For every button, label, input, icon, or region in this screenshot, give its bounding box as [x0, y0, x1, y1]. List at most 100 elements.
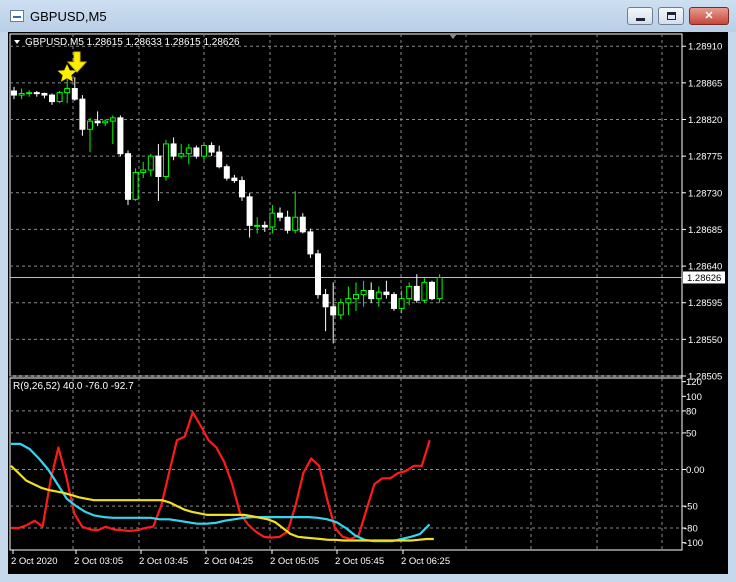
candle-body [330, 306, 337, 316]
candle-body [18, 92, 25, 96]
candle-body [391, 294, 397, 309]
candle-body [322, 294, 329, 308]
candle-body [277, 212, 283, 218]
candle-body [337, 302, 344, 316]
indicator-level-label: -100 [684, 538, 703, 549]
candle-body [109, 117, 116, 122]
candle-body [87, 120, 93, 130]
candle-body [193, 147, 200, 157]
candle-body [231, 177, 238, 182]
indicator-level-label: -80 [684, 524, 698, 535]
time-label: 2 Oct 06:25 [401, 556, 450, 567]
time-label: 2 Oct 03:05 [74, 556, 123, 567]
candle-body [26, 92, 33, 95]
candle-body [132, 171, 139, 200]
chart-canvas[interactable]: 1.28910 1.28865 1.28820 1.28775 1.28730 1.286… [8, 32, 728, 574]
candle-body [307, 231, 314, 255]
time-label: 2 Oct 05:45 [335, 556, 384, 567]
candle-body [185, 147, 192, 155]
candle-body [117, 117, 124, 155]
minimize-button[interactable] [627, 7, 653, 25]
candle-body [64, 88, 71, 94]
indicator-line-2 [11, 442, 431, 543]
price-label: 1.28550 [688, 335, 722, 346]
candle-body [223, 166, 230, 179]
close-button[interactable]: ✕ [689, 7, 729, 25]
candle-body [11, 90, 17, 96]
indicator-level-label: 80 [686, 406, 697, 417]
candle-body [436, 276, 443, 300]
price-label: 1.28775 [688, 152, 722, 163]
maximize-icon [667, 12, 676, 20]
indicator-level-label: 100 [686, 392, 702, 403]
candle-body [239, 180, 245, 198]
indicator-level-label: 120 [686, 377, 702, 388]
candle-body [201, 145, 207, 157]
candle-body [49, 94, 55, 103]
candle-body [299, 216, 306, 233]
candle-body [368, 290, 375, 300]
candle-body [429, 281, 435, 300]
candle-body [375, 291, 382, 300]
price-label: 1.28595 [688, 298, 722, 309]
indicator-level-label: -50 [684, 502, 698, 513]
candle-body [41, 92, 48, 96]
indicator-header: R(9,26,52) 40.0 -76.0 -92.7 [13, 381, 134, 392]
candle-body [170, 143, 177, 157]
candle-body [178, 153, 185, 157]
sell-arrow-icon [66, 51, 88, 73]
indicator-pane-border [9, 377, 683, 551]
candles [11, 77, 443, 344]
maximize-button[interactable] [658, 7, 684, 25]
candle-body [284, 216, 291, 231]
price-label: 1.28910 [688, 42, 722, 53]
title-bar[interactable]: GBPUSD,M5 ✕ [0, 0, 736, 32]
time-label: 2 Oct 03:45 [139, 556, 188, 567]
grid [10, 34, 682, 550]
chart-area[interactable]: 1.28910 1.28865 1.28820 1.28775 1.28730 1.286… [8, 32, 728, 574]
candle-body [208, 145, 215, 153]
candle-body [261, 224, 268, 228]
candle-body [216, 151, 223, 168]
indicator-level-label: 0.00 [686, 465, 705, 476]
candle-body [33, 92, 40, 95]
main-pane-border [9, 33, 683, 377]
candle-body [56, 92, 63, 103]
time-label: 2 Oct 05:05 [270, 556, 319, 567]
price-label: 1.28865 [688, 78, 722, 89]
candle-body [421, 281, 428, 301]
candle-body [79, 98, 86, 130]
time-label: 2 Oct 04:25 [204, 556, 253, 567]
candle-body [102, 120, 109, 124]
price-label: 1.28640 [688, 262, 722, 273]
minimize-icon [636, 18, 645, 21]
candle-body [413, 285, 420, 301]
candle-body [163, 143, 169, 178]
candle-body [269, 212, 276, 228]
price-axis: 1.28910 1.28865 1.28820 1.28775 1.28730 1.286… [682, 42, 722, 383]
candle-body [147, 155, 154, 171]
candle-body [406, 285, 413, 300]
price-label: 1.28685 [688, 225, 722, 236]
indicator-line-3 [10, 465, 434, 542]
candle-body [71, 88, 78, 100]
chart-header: GBPUSD,M5 1.28615 1.28633 1.28615 1.2862… [25, 37, 240, 48]
candle-body [398, 298, 405, 309]
shift-marker-icon[interactable] [449, 34, 457, 39]
price-label: 1.28820 [688, 115, 722, 126]
chart-menu-triangle-icon[interactable] [14, 40, 20, 44]
price-tag: 1.28626 [683, 271, 725, 284]
candle-body [155, 155, 162, 178]
candle-body [292, 216, 299, 231]
chart-window-icon [10, 10, 24, 22]
candle-body [353, 294, 359, 300]
candle-body [345, 298, 352, 304]
indicator-line-1 [11, 411, 431, 541]
time-label: 2 Oct 2020 [11, 556, 57, 567]
current-price-label: 1.28626 [687, 273, 721, 284]
candle-body [254, 224, 261, 227]
price-label: 1.28730 [688, 188, 722, 199]
indicator-level-label: 50 [686, 428, 697, 439]
time-axis: 2 Oct 2020 2 Oct 03:05 2 Oct 03:45 2 Oct 04… [11, 550, 450, 567]
window-title: GBPUSD,M5 [30, 9, 107, 24]
